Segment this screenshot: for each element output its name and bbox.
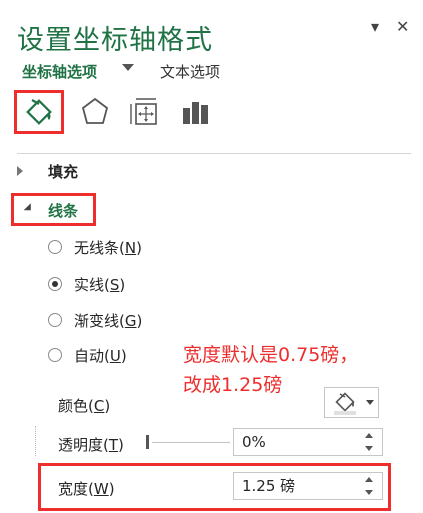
radio-label: 无线条 xyxy=(74,238,120,257)
tab-text-options[interactable]: 文本选项 xyxy=(160,61,220,82)
tab-axis-options[interactable]: 坐标轴选项 xyxy=(22,61,97,82)
transparency-slider-thumb[interactable] xyxy=(146,435,149,449)
pentagon-icon xyxy=(81,97,109,124)
radio-label: 渐变线 xyxy=(74,311,120,330)
transparency-input[interactable]: 0% xyxy=(233,428,383,456)
size-properties-category-button[interactable] xyxy=(125,92,171,132)
radio-button[interactable] xyxy=(48,313,62,327)
bar-chart-icon xyxy=(183,102,208,124)
radio-solid-line[interactable]: 实线(S) xyxy=(48,273,125,295)
close-icon[interactable]: ✕ xyxy=(396,18,409,36)
access-key: G xyxy=(124,311,137,330)
access-key: N xyxy=(124,238,137,257)
radio-button[interactable] xyxy=(48,348,62,362)
pane-title: 设置坐标轴格式 xyxy=(17,25,213,56)
size-properties-icon xyxy=(130,98,157,125)
transparency-slider-track[interactable] xyxy=(152,442,230,443)
radio-button[interactable] xyxy=(48,277,62,291)
radio-label: 实线 xyxy=(74,275,105,294)
radio-label: 自动 xyxy=(74,346,105,365)
radio-no-line[interactable]: 无线条(N) xyxy=(48,236,142,258)
chevron-down-icon[interactable] xyxy=(366,400,374,405)
radio-gradient-line[interactable]: 渐变线(G) xyxy=(48,309,142,331)
chevron-right-icon xyxy=(17,166,23,176)
divider xyxy=(17,153,411,154)
width-highlight xyxy=(38,463,391,511)
access-key: S xyxy=(109,275,120,294)
annotation-line-1: 宽度默认是0.75磅， xyxy=(183,344,359,366)
paint-bucket-icon xyxy=(334,392,356,415)
spin-down-icon[interactable] xyxy=(365,446,373,451)
transparency-label: 透明度(T) xyxy=(58,436,124,454)
radio-button[interactable] xyxy=(48,240,62,254)
line-section-highlight xyxy=(11,193,96,226)
effects-category-button[interactable] xyxy=(72,92,118,132)
fill-section-label: 填充 xyxy=(48,163,79,181)
access-key: U xyxy=(109,346,121,365)
pane-options-dropdown-icon[interactable]: ▾ xyxy=(371,18,379,36)
divider xyxy=(35,426,37,456)
annotation-line-2: 改成1.25磅 xyxy=(183,374,283,396)
chevron-down-icon[interactable] xyxy=(122,64,134,71)
selected-category-highlight xyxy=(14,90,64,134)
radio-automatic-line[interactable]: 自动(U) xyxy=(48,344,127,366)
axis-options-category-button[interactable] xyxy=(175,92,221,132)
color-label: 颜色(C) xyxy=(58,397,111,415)
spin-up-icon[interactable] xyxy=(365,433,373,438)
